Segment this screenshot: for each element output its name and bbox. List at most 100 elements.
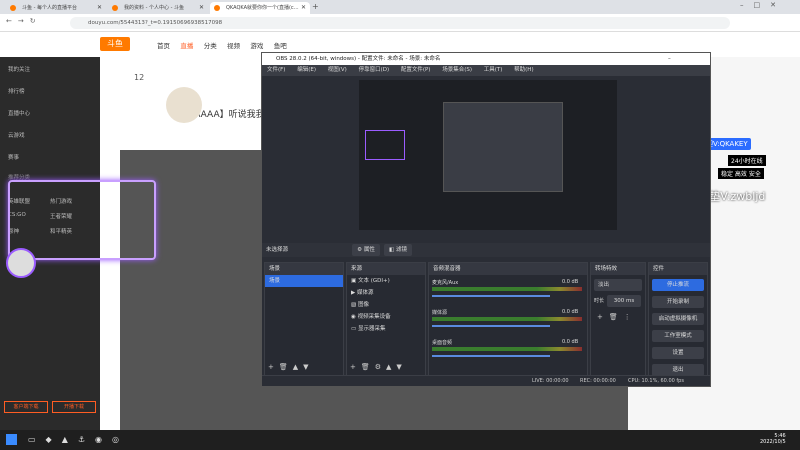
top-nav: 首页 直播 分类 视频 游戏 鱼吧 — [157, 40, 287, 50]
volume-meter — [432, 347, 582, 351]
sidebar-item-rank[interactable]: 排行榜 — [8, 87, 25, 95]
source-item[interactable]: ▭ 显示器采集 — [347, 323, 425, 335]
sidebar-item-cloud-game[interactable]: 云游戏 — [8, 131, 25, 139]
source-actions[interactable]: +🗑︎⚙▲▼ — [350, 363, 407, 371]
stop-streaming-button[interactable]: 停止推流 — [652, 279, 704, 291]
obs-preview[interactable] — [359, 80, 617, 230]
transition-actions[interactable]: +🗑︎⋮ — [597, 313, 637, 321]
overlay-avatar — [6, 248, 36, 278]
volume-slider[interactable] — [432, 325, 550, 327]
volume-slider[interactable] — [432, 355, 550, 357]
menu-profile[interactable]: 配置文件(P) — [401, 67, 431, 73]
close-icon[interactable]: ✕ — [97, 2, 102, 14]
window-controls[interactable]: –□✕ — [740, 1, 786, 9]
sidebar-item-esports[interactable]: 赛事 — [8, 153, 19, 161]
nav-yuba[interactable]: 鱼吧 — [274, 42, 287, 50]
filters-button[interactable]: ◧ 滤镜 — [384, 244, 412, 256]
mixer-dock: 音频混音器 麦克风/Aux 0.0 dB 媒体源 0.0 dB 桌面音频 0.0… — [428, 262, 588, 377]
sources-dock: 来源 ▣ 文本 (GDI+) ▶ 媒体源 ▧ 图像 ◉ 视频采集设备 ▭ 显示器… — [346, 262, 426, 377]
overlay-badge-24h: 24小时在线 — [728, 155, 766, 166]
stat-value: 12 — [134, 73, 145, 82]
preview-overlay-frame — [365, 130, 405, 160]
menu-edit[interactable]: 编辑(E) — [297, 67, 316, 73]
volume-meter — [432, 287, 582, 291]
mixer-track-name: 麦克风/Aux — [432, 280, 459, 286]
menu-scene-collection[interactable]: 场景集合(S) — [442, 67, 472, 73]
sidebar-item-live-center[interactable]: 直播中心 — [8, 109, 30, 117]
live-time: LIVE: 00:00:00 — [532, 378, 569, 384]
mixer-track-db: 0.0 dB — [562, 339, 579, 345]
tab-3-active[interactable]: QKAQKA就要你你一个(直播(c… ✕ — [210, 2, 310, 14]
obs-menu-bar: 文件(F) 编辑(E) 视图(V) 停靠窗口(D) 配置文件(P) 场景集合(S… — [262, 65, 710, 76]
settings-button[interactable]: 设置 — [652, 347, 704, 359]
overlay-badge-stable: 稳定 高效 安全 — [718, 168, 764, 179]
taskbar: ▭◆▲⚓◉◎ 5:46 2022/10/5 — [0, 430, 800, 450]
controls-dock: 控件 停止推流 开始录制 启动虚拟摄像机 工作室模式 设置 退出 — [648, 262, 708, 377]
new-tab-button[interactable]: + — [312, 2, 319, 11]
menu-tools[interactable]: 工具(T) — [484, 67, 503, 73]
source-item[interactable]: ▣ 文本 (GDI+) — [347, 275, 425, 287]
scene-item[interactable]: 场景 — [265, 275, 343, 287]
overlay-frame — [8, 180, 156, 260]
properties-button[interactable]: ⚙ 属性 — [352, 244, 380, 256]
source-item[interactable]: ▧ 图像 — [347, 299, 425, 311]
controls-dock-title: 控件 — [649, 263, 707, 275]
close-icon[interactable]: ✕ — [199, 2, 204, 14]
browser-tab-bar: 斗鱼 - 每个人的直播平台 ✕ 我的资料 - 个人中心 - 斗鱼 ✕ QKAQKA就… — [0, 0, 800, 14]
volume-meter — [432, 317, 582, 321]
transitions-dock: 转场特效 淡出 时长 300 ms +🗑︎⋮ — [590, 262, 646, 377]
mixer-track-db: 0.0 dB — [562, 279, 579, 285]
volume-slider[interactable] — [432, 295, 550, 297]
nav-category[interactable]: 分类 — [204, 42, 217, 50]
mixer-track-name: 桌面音频 — [432, 340, 453, 346]
clock[interactable]: 5:46 2022/10/5 — [760, 433, 786, 445]
menu-view[interactable]: 视图(V) — [328, 67, 347, 73]
no-source-label: 未选择源 — [266, 247, 289, 253]
start-icon[interactable] — [6, 434, 17, 445]
obs-window: OBS 28.0.2 (64-bit, windows) - 配置文件: 未命名… — [261, 52, 711, 387]
menu-file[interactable]: 文件(F) — [267, 67, 285, 73]
tab-2[interactable]: 我的资料 - 个人中心 - 斗鱼 ✕ — [108, 2, 208, 14]
nav-video[interactable]: 视频 — [227, 42, 240, 50]
source-item[interactable]: ◉ 视频采集设备 — [347, 311, 425, 323]
client-download-button[interactable]: 客户端下载 — [4, 401, 48, 413]
site-logo[interactable]: 斗鱼 — [100, 37, 130, 51]
rec-time: REC: 00:00:00 — [580, 378, 616, 384]
preview-nested-window — [443, 102, 563, 192]
transitions-dock-title: 转场特效 — [591, 263, 645, 275]
cpu-fps: CPU: 10.1%, 60.00 fps — [628, 378, 684, 384]
source-item[interactable]: ▶ 媒体源 — [347, 287, 425, 299]
scene-actions[interactable]: +🗑︎▲▼ — [268, 363, 314, 371]
obs-title-bar: OBS 28.0.2 (64-bit, windows) - 配置文件: 未命名… — [262, 53, 710, 74]
sources-dock-title: 来源 — [347, 263, 425, 275]
menu-docks[interactable]: 停靠窗口(D) — [359, 67, 390, 73]
nav-live[interactable]: 直播 — [180, 42, 193, 50]
studio-mode-button[interactable]: 工作室模式 — [652, 330, 704, 342]
close-icon[interactable]: ✕ — [301, 2, 306, 14]
mixer-track-name: 媒体源 — [432, 310, 448, 316]
douyu-favicon-icon — [214, 5, 220, 11]
scenes-dock-title: 场景 — [265, 263, 343, 275]
douyu-favicon-icon — [112, 5, 118, 11]
obs-status-bar: LIVE: 00:00:00 REC: 00:00:00 CPU: 10.1%,… — [262, 375, 710, 386]
douyu-favicon-icon — [10, 5, 16, 11]
url-input[interactable]: douyu.com/5544313?_t=0.19150696938517098 — [70, 17, 730, 29]
virtual-camera-button[interactable]: 启动虚拟摄像机 — [652, 313, 704, 325]
transition-select[interactable]: 淡出 — [594, 279, 642, 291]
broadcast-download-button[interactable]: 开播下载 — [52, 401, 96, 413]
mixer-track-db: 0.0 dB — [562, 309, 579, 315]
nav-buttons[interactable]: ←→↻ — [6, 17, 42, 25]
source-toolbar: 未选择源 ⚙ 属性 ◧ 滤镜 — [262, 243, 710, 257]
streamer-avatar[interactable] — [166, 87, 202, 123]
menu-help[interactable]: 帮助(H) — [514, 67, 533, 73]
duration-input[interactable]: 300 ms — [607, 295, 641, 307]
tab-1[interactable]: 斗鱼 - 每个人的直播平台 ✕ — [6, 2, 106, 14]
mixer-dock-title: 音频混音器 — [429, 263, 587, 275]
sidebar-item-follow[interactable]: 我的关注 — [8, 65, 30, 73]
taskbar-apps[interactable]: ▭◆▲⚓◉◎ — [28, 435, 129, 444]
nav-home[interactable]: 首页 — [157, 42, 170, 50]
scenes-dock: 场景 场景 +🗑︎▲▼ — [264, 262, 344, 377]
start-recording-button[interactable]: 开始录制 — [652, 296, 704, 308]
duration-label: 时长 — [594, 298, 605, 304]
nav-game[interactable]: 游戏 — [250, 42, 263, 50]
